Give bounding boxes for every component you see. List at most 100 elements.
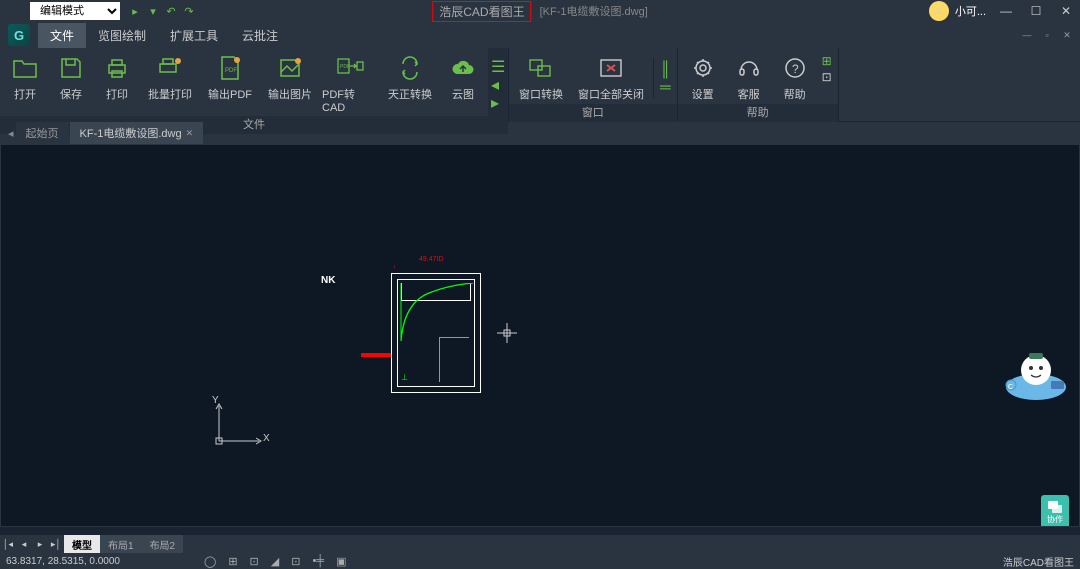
- export-image-button[interactable]: 输出图片: [260, 52, 320, 116]
- tab-start-page[interactable]: 起始页: [16, 122, 69, 144]
- svg-text:PDF: PDF: [225, 68, 237, 74]
- ucs-x-label: X: [263, 433, 270, 444]
- drawing-canvas[interactable]: NK 49.47ID ⊥ Y X C 协作: [0, 144, 1080, 527]
- status-bar: 63.8317, 28.5315, 0.0000 ◯ ⊞ ⊡ ◢ ⊡ •╪ ▣ …: [0, 553, 1080, 569]
- user-name[interactable]: 小可...: [955, 3, 986, 19]
- hbar-icon[interactable]: ═: [660, 80, 671, 95]
- menu-bar: G 文件 览图绘制 扩展工具 云批注 — ▫ ✕: [0, 22, 1080, 48]
- file-fwd-icon[interactable]: ▸: [491, 93, 505, 107]
- app-logo-icon[interactable]: G: [8, 24, 30, 46]
- close-button[interactable]: ✕: [1052, 1, 1080, 21]
- tangent-convert-button[interactable]: 天正转换: [380, 52, 440, 116]
- ribbon-group-window: 窗口转换 窗口全部关闭 ║ ═ 窗口: [509, 48, 678, 121]
- green-tick: ⊥: [401, 373, 408, 382]
- file-title: [KF-1电缆敷设图.dwg]: [540, 3, 648, 19]
- ortho-icon[interactable]: ⊡: [250, 555, 259, 568]
- layout-last-button[interactable]: ▸│: [48, 539, 64, 550]
- ribbon-group-window-label: 窗口: [509, 104, 677, 122]
- layout-prev-button[interactable]: ◂: [16, 539, 32, 550]
- green-curve: [399, 283, 475, 343]
- qat-redo-icon[interactable]: ↷: [182, 4, 196, 18]
- dimension-line: [394, 265, 478, 268]
- vbar-icon[interactable]: ║: [660, 62, 671, 77]
- grid-icon[interactable]: ⊞: [228, 555, 237, 568]
- green-rect: [439, 337, 469, 382]
- layout-first-button[interactable]: │◂: [0, 539, 16, 550]
- layout-bar: │◂ ◂ ▸ ▸│ 模型 布局1 布局2: [0, 535, 1080, 553]
- ucs-y-label: Y: [212, 395, 219, 406]
- title-right: ☺ 小可... — ☐ ✕: [929, 1, 1080, 21]
- status-right-label: 浩辰CAD看图王: [1003, 554, 1074, 569]
- status-coords: 63.8317, 28.5315, 0.0000: [6, 556, 120, 567]
- settings-button[interactable]: 设置: [680, 52, 726, 104]
- maximize-button[interactable]: ☐: [1022, 1, 1050, 21]
- ribbon-extra-1-icon[interactable]: ⊞: [822, 54, 832, 68]
- layout-tab-model[interactable]: 模型: [64, 535, 100, 554]
- svg-text:C: C: [1008, 384, 1013, 391]
- batch-print-button[interactable]: 批量打印: [140, 52, 200, 116]
- sub-close-button[interactable]: ✕: [1058, 28, 1076, 42]
- qat-new-icon[interactable]: ▸: [128, 4, 142, 18]
- image-icon: [276, 54, 304, 82]
- save-button[interactable]: 保存: [48, 52, 94, 116]
- file-side-buttons: ☰ ◂ ▸: [488, 48, 508, 116]
- qat-save-icon[interactable]: ▾: [146, 4, 160, 18]
- help-button[interactable]: ?帮助: [772, 52, 818, 104]
- ribbon-group-help-label: 帮助: [678, 104, 838, 122]
- pdf-to-cad-button[interactable]: PDFPDF转CAD: [320, 52, 380, 116]
- headset-icon: [735, 54, 763, 82]
- menu-file[interactable]: 文件: [38, 23, 86, 48]
- support-button[interactable]: 客服: [726, 52, 772, 104]
- convert-icon: [396, 54, 424, 82]
- menu-cloud-annotate[interactable]: 云批注: [230, 23, 290, 48]
- tab-current-file[interactable]: KF-1电缆敷设图.dwg✕: [70, 122, 204, 144]
- ribbon-extra-2-icon[interactable]: ⊡: [822, 70, 832, 84]
- cloud-drawing-button[interactable]: 云图: [440, 52, 486, 116]
- ribbon-file-buttons: 打开 保存 打印 批量打印 PDF输出PDF 输出图片 PDFPDF转CAD 天…: [0, 48, 488, 116]
- minimize-button[interactable]: —: [992, 1, 1020, 21]
- drawing-label: NK: [321, 275, 335, 286]
- ribbon-window-buttons: 窗口转换 窗口全部关闭 ║ ═: [509, 48, 677, 104]
- sub-minimize-button[interactable]: —: [1018, 28, 1036, 42]
- snap-icon[interactable]: ◯: [204, 555, 216, 568]
- user-avatar-icon[interactable]: ☺: [929, 1, 949, 21]
- open-button[interactable]: 打开: [2, 52, 48, 116]
- layer-icon[interactable]: ▣: [336, 555, 346, 568]
- window-switch-button[interactable]: 窗口转换: [511, 52, 571, 104]
- osnap-icon[interactable]: ⊡: [291, 555, 300, 568]
- track-icon[interactable]: •╪: [312, 555, 324, 568]
- collab-float-button[interactable]: 协作: [1041, 495, 1069, 527]
- close-all-icon: [597, 54, 625, 82]
- polar-icon[interactable]: ◢: [271, 555, 279, 568]
- qat-undo-icon[interactable]: ↶: [164, 4, 178, 18]
- window-switch-icon: [527, 54, 555, 82]
- sub-window-buttons: — ▫ ✕: [1018, 28, 1076, 42]
- file-list-icon[interactable]: ☰: [491, 57, 505, 71]
- sub-restore-button[interactable]: ▫: [1038, 28, 1056, 42]
- menu-view-draw[interactable]: 览图绘制: [86, 23, 158, 48]
- export-pdf-button[interactable]: PDF输出PDF: [200, 52, 260, 116]
- ribbon-group-file: 打开 保存 打印 批量打印 PDF输出PDF 输出图片 PDFPDF转CAD 天…: [0, 48, 509, 121]
- ribbon-help-buttons: 设置 客服 ?帮助 ⊞ ⊡: [678, 48, 838, 104]
- save-icon: [57, 54, 85, 82]
- dimension-value: 49.47ID: [419, 256, 444, 263]
- print-icon: [103, 54, 131, 82]
- close-all-windows-button[interactable]: 窗口全部关闭: [571, 52, 651, 104]
- cloud-icon: [449, 54, 477, 82]
- print-button[interactable]: 打印: [94, 52, 140, 116]
- layout-tab-layout2[interactable]: 布局2: [142, 535, 184, 554]
- ribbon-separator: [653, 58, 654, 98]
- menu-extensions[interactable]: 扩展工具: [158, 23, 230, 48]
- window-buttons: — ☐ ✕: [992, 1, 1080, 21]
- svg-text:PDF: PDF: [340, 64, 350, 70]
- tab-close-icon[interactable]: ✕: [186, 128, 194, 139]
- mode-select[interactable]: 编辑模式: [30, 2, 120, 20]
- layout-tab-layout1[interactable]: 布局1: [100, 535, 142, 554]
- mascot-assistant[interactable]: C: [1001, 345, 1071, 401]
- file-back-icon[interactable]: ◂: [491, 75, 505, 89]
- quick-access-toolbar: ▸ ▾ ↶ ↷: [128, 4, 196, 18]
- layout-next-button[interactable]: ▸: [32, 539, 48, 550]
- tab-prev-icon[interactable]: ◂: [8, 127, 14, 140]
- pdf-to-cad-icon: PDF: [336, 54, 364, 82]
- title-bar: 编辑模式 ▸ ▾ ↶ ↷ 浩辰CAD看图王 [KF-1电缆敷设图.dwg] ☺ …: [0, 0, 1080, 22]
